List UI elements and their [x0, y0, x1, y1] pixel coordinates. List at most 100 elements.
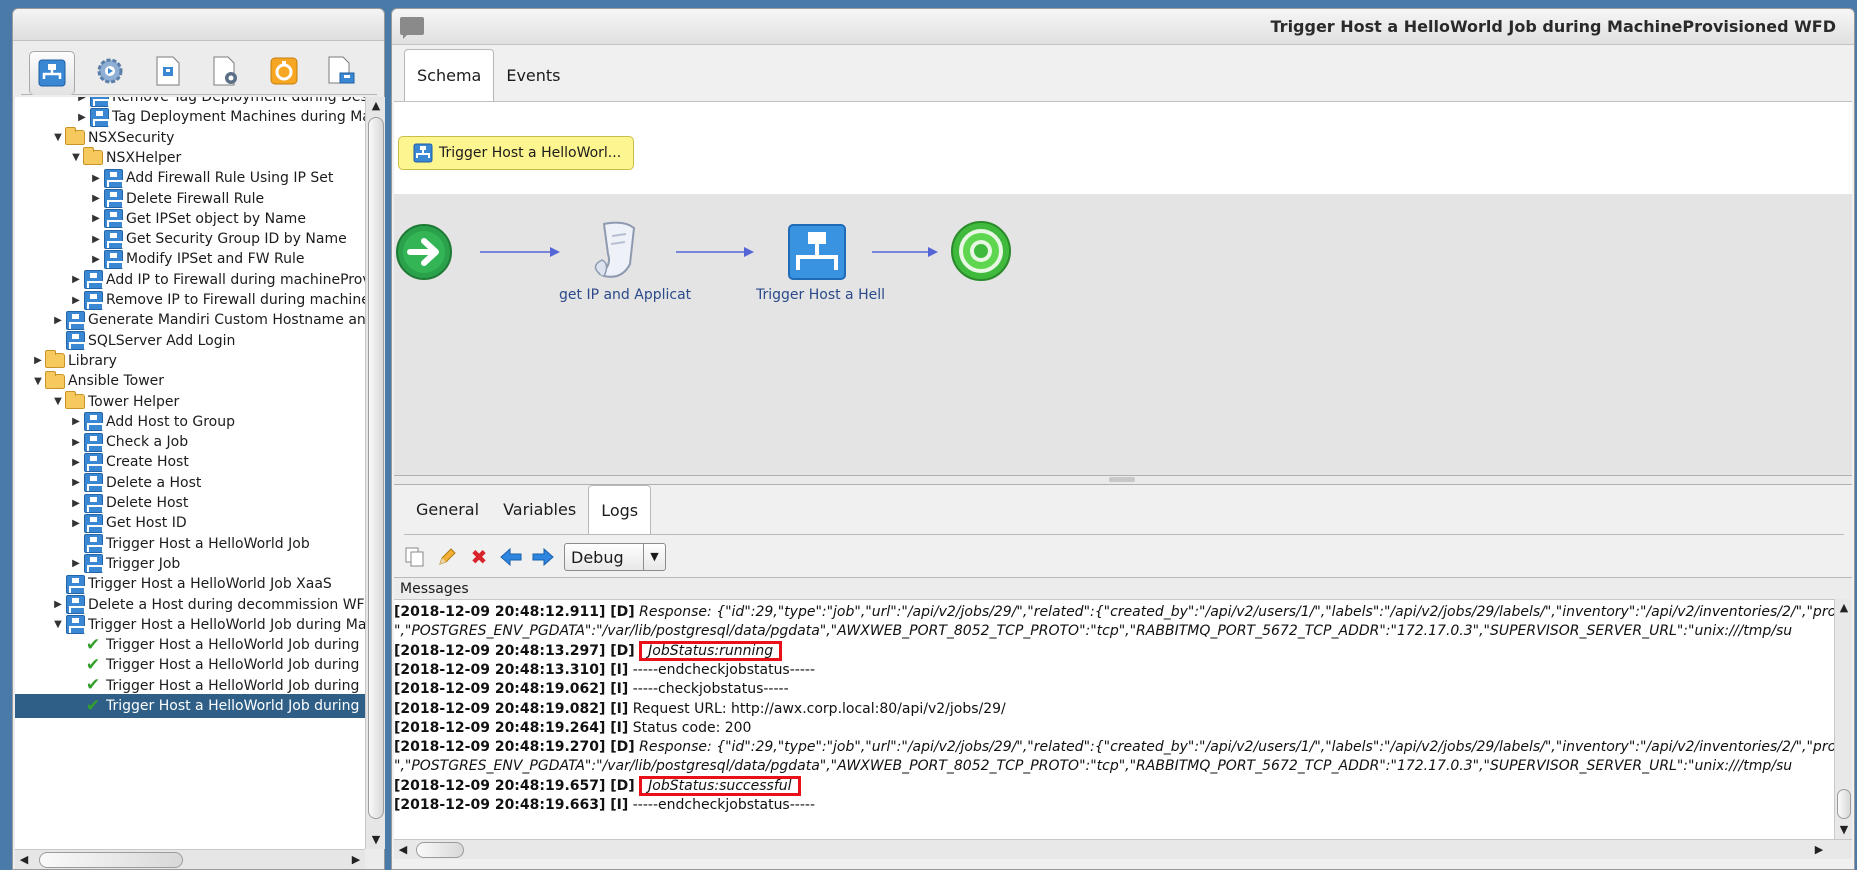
- log-message: ","POSTGRES_ENV_PGDATA":"/var/lib/postgr…: [394, 758, 1793, 775]
- expand-toggle-icon[interactable]: ▶: [89, 213, 103, 224]
- scroll-right-icon[interactable]: ▶: [1810, 841, 1828, 859]
- log-level-value: Debug: [571, 547, 624, 567]
- expand-toggle-icon[interactable]: ▶: [69, 416, 83, 427]
- workflow-title-box[interactable]: Trigger Host a HelloWorl...: [398, 136, 634, 170]
- job-status-highlight: JobStatus:successful: [639, 775, 801, 796]
- scroll-left-icon[interactable]: ◀: [15, 851, 33, 869]
- collapse-toggle-icon[interactable]: ▼: [51, 396, 65, 407]
- tab-events[interactable]: Events: [494, 49, 572, 101]
- check-icon: ✔: [85, 695, 101, 716]
- expand-toggle-icon[interactable]: ▶: [51, 315, 65, 326]
- log-message: ","POSTGRES_ENV_PGDATA":"/var/lib/postgr…: [394, 623, 1793, 640]
- expand-toggle-icon[interactable]: ▶: [31, 355, 45, 366]
- workflow-tree[interactable]: ▶ Remove Tag Deployment during Destr ▶ Tag …: [15, 97, 365, 849]
- expand-toggle-icon[interactable]: ▶: [69, 518, 83, 529]
- log-hscroll-thumb[interactable]: [416, 842, 464, 858]
- tree-item-label: Remove Tag Deployment during Destr: [112, 97, 365, 105]
- right-panel-header: Trigger Host a HelloWorld Job during Mac…: [392, 9, 1854, 45]
- splitter-grip[interactable]: [1109, 477, 1135, 482]
- copy-icon[interactable]: [404, 546, 426, 568]
- tree-hscroll-thumb[interactable]: [39, 852, 183, 868]
- detail-tabs: General Variables Logs: [404, 485, 1844, 535]
- workflow-icon: [83, 412, 104, 432]
- workflow-canvas[interactable]: get IP and Applicat Trigger Host a Hell: [394, 194, 1852, 484]
- scroll-down-icon[interactable]: ▼: [366, 831, 386, 849]
- log-line: [2018-12-09 20:48:19.657] [D] JobStatus:…: [394, 775, 801, 796]
- log-level-select[interactable]: Debug ▼: [564, 543, 666, 571]
- window-title: Trigger Host a HelloWorld Job during Mac…: [1270, 17, 1836, 36]
- log-horizontal-scrollbar[interactable]: ◀ ▶: [394, 839, 1852, 859]
- actions-icon[interactable]: [87, 51, 133, 91]
- tab-schema[interactable]: Schema: [404, 49, 495, 101]
- tree-item-label: Trigger Job: [106, 555, 181, 572]
- expand-toggle-icon[interactable]: ▶: [69, 437, 83, 448]
- log-scroll-thumb[interactable]: [1837, 789, 1851, 819]
- expand-toggle-icon[interactable]: ▶: [69, 295, 83, 306]
- expand-toggle-icon[interactable]: ▶: [69, 558, 83, 569]
- scroll-down-icon[interactable]: ▼: [1835, 821, 1853, 839]
- chevron-down-icon[interactable]: ▼: [643, 544, 665, 570]
- edit-pencil-icon[interactable]: [436, 546, 458, 568]
- policies-icon[interactable]: [145, 51, 191, 91]
- tree-item-label: Delete a Host: [106, 474, 202, 491]
- tree-vertical-scrollbar[interactable]: ▲ ▼: [365, 97, 385, 849]
- tree-scroll-thumb[interactable]: [368, 117, 384, 819]
- tree-item-label: NSXHelper: [106, 149, 182, 166]
- expand-toggle-icon[interactable]: ▶: [75, 112, 89, 123]
- scroll-right-icon[interactable]: ▶: [347, 851, 365, 869]
- tree-horizontal-scrollbar[interactable]: ◀ ▶: [15, 849, 365, 869]
- packages-icon[interactable]: [319, 51, 365, 91]
- tree-item[interactable]: ✔ Trigger Host a HelloWorld Job during: [15, 694, 365, 718]
- workflow-icon: [103, 189, 124, 209]
- scroll-up-icon[interactable]: ▲: [1835, 599, 1853, 617]
- log-messages[interactable]: [2018-12-09 20:48:12.911] [D] Response: …: [394, 599, 1834, 839]
- expand-toggle-icon[interactable]: ▶: [89, 254, 103, 265]
- collapse-toggle-icon[interactable]: ▼: [69, 152, 83, 163]
- expand-toggle-icon[interactable]: ▶: [89, 193, 103, 204]
- script-task-icon[interactable]: [594, 221, 636, 278]
- next-arrow-icon[interactable]: [532, 546, 554, 568]
- expand-toggle-icon[interactable]: ▶: [75, 97, 89, 103]
- expand-toggle-icon[interactable]: ▶: [69, 498, 83, 509]
- pane-splitter[interactable]: [394, 475, 1852, 485]
- workflow-icon: [103, 249, 124, 269]
- scroll-up-icon[interactable]: ▲: [366, 97, 386, 115]
- tree-item-label: Trigger Host a HelloWorld Job during: [106, 677, 360, 694]
- collapse-toggle-icon[interactable]: ▼: [31, 376, 45, 387]
- logs-toolbar: ✖ Debug ▼: [404, 539, 666, 575]
- expand-toggle-icon[interactable]: ▶: [69, 274, 83, 285]
- folder-icon: [45, 370, 65, 391]
- tab-logs[interactable]: Logs: [588, 485, 652, 534]
- expand-toggle-icon[interactable]: ▶: [51, 599, 65, 610]
- workflow-task-icon[interactable]: [788, 224, 846, 280]
- configurations-icon[interactable]: [203, 51, 249, 91]
- scroll-left-icon[interactable]: ◀: [394, 841, 412, 859]
- log-line: [2018-12-09 20:48:13.310] [I] -----endch…: [394, 660, 815, 680]
- log-vertical-scrollbar[interactable]: ▲ ▼: [1834, 599, 1852, 839]
- flow-arrow: [872, 247, 938, 257]
- chat-bubble-icon[interactable]: [400, 17, 424, 39]
- expand-toggle-icon[interactable]: ▶: [69, 477, 83, 488]
- collapse-toggle-icon[interactable]: ▼: [51, 132, 65, 143]
- expand-toggle-icon[interactable]: ▶: [89, 234, 103, 245]
- workflow-task-label: Trigger Host a Hell: [756, 287, 886, 303]
- tree-item-label: Trigger Host a HelloWorld Job during Mac: [88, 616, 365, 633]
- end-node-icon[interactable]: [951, 221, 1011, 281]
- previous-arrow-icon[interactable]: [500, 546, 522, 568]
- resources-icon[interactable]: [261, 51, 307, 91]
- collapse-toggle-icon[interactable]: ▼: [51, 619, 65, 630]
- tree-item-label: Delete Host: [106, 495, 189, 511]
- log-timestamp: [2018-12-09 20:48:13.310] [I]: [394, 661, 629, 678]
- expand-toggle-icon[interactable]: ▶: [69, 457, 83, 468]
- tree-item-label: Trigger Host a HelloWorld Job during: [106, 657, 360, 674]
- log-line: ","POSTGRES_ENV_PGDATA":"/var/lib/postgr…: [394, 621, 1792, 641]
- tab-variables[interactable]: Variables: [491, 485, 588, 534]
- tab-general[interactable]: General: [404, 485, 491, 534]
- tree-item-label: Check a Job: [106, 434, 189, 451]
- tree-item-label: Create Host: [106, 454, 189, 471]
- left-toolbar: [21, 47, 377, 95]
- workflows-icon[interactable]: [29, 50, 75, 95]
- delete-x-icon[interactable]: ✖: [468, 546, 490, 568]
- start-node-icon[interactable]: [396, 224, 452, 280]
- expand-toggle-icon[interactable]: ▶: [89, 173, 103, 184]
